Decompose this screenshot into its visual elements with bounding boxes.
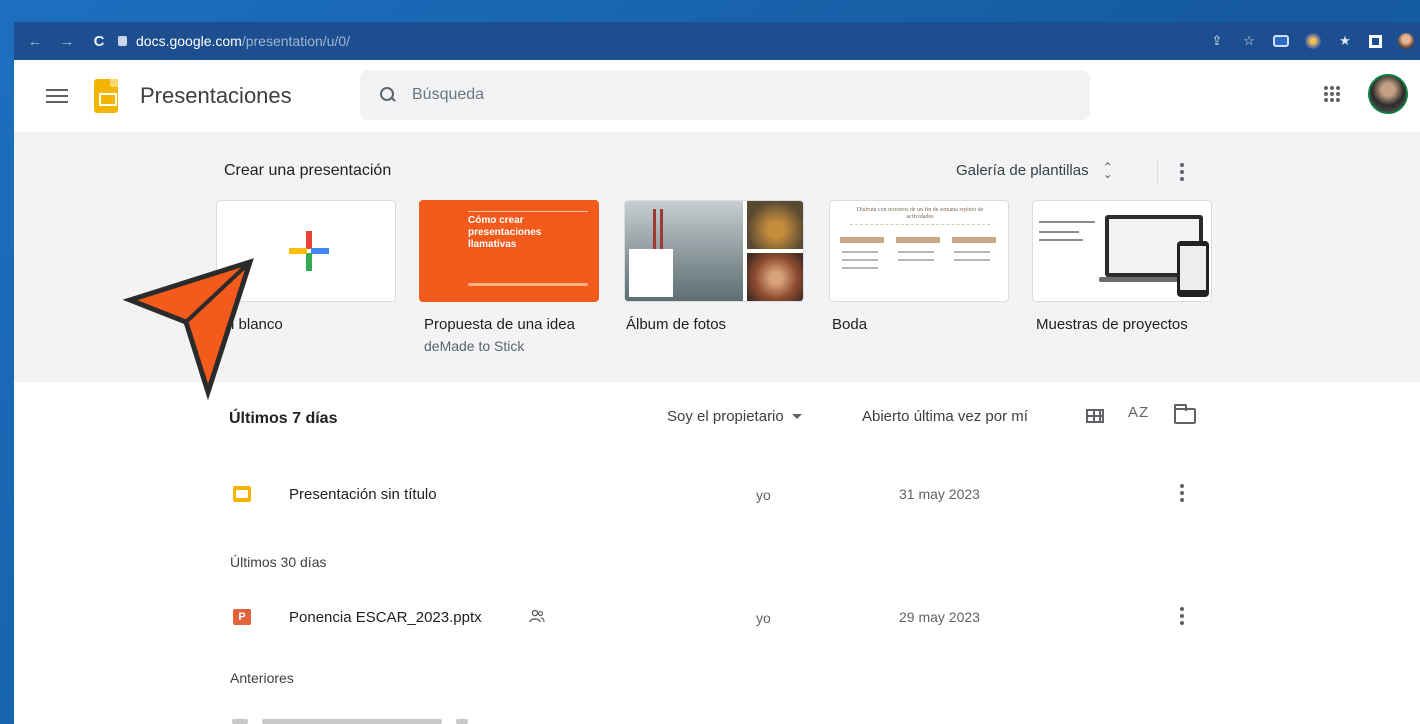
- schedule-header: [952, 237, 996, 243]
- schedule-header: [840, 237, 884, 243]
- schedule-header: [896, 237, 940, 243]
- owner-filter-label: Soy el propietario: [667, 408, 784, 425]
- app-title[interactable]: Presentaciones: [140, 83, 292, 109]
- unfold-icon: ⌃ ⌄: [1102, 159, 1113, 181]
- more-options-icon[interactable]: [1180, 607, 1184, 625]
- grid-view-icon[interactable]: [1086, 409, 1104, 423]
- browser-window: ← → C docs.google.com /presentation/u/0/…: [14, 22, 1420, 724]
- forward-button[interactable]: →: [56, 30, 78, 52]
- shared-people-icon: [529, 609, 545, 623]
- phone-screen: [1180, 246, 1206, 290]
- template-label[interactable]: Álbum de fotos: [626, 316, 726, 333]
- plus-icon: [289, 231, 329, 271]
- template-gallery-toggle[interactable]: Galería de plantillas ⌃ ⌄: [956, 159, 1113, 181]
- puzzle-extensions-icon[interactable]: ★: [1337, 33, 1353, 49]
- file-date: 31 may 2023: [899, 486, 980, 502]
- side-panel-icon[interactable]: [1369, 34, 1382, 48]
- back-button[interactable]: ←: [24, 30, 46, 52]
- thumb-footer: [468, 283, 588, 286]
- file-owner: yo: [756, 610, 771, 626]
- powerpoint-file-icon: P: [233, 609, 251, 625]
- template-label[interactable]: Boda: [832, 316, 867, 333]
- thumb-text-line: [1039, 231, 1079, 233]
- file-name[interactable]: Presentación sin título: [289, 486, 437, 503]
- folder-picker-icon[interactable]: [1174, 404, 1196, 424]
- file-row[interactable]: P Ponencia ESCAR_2023.pptx yo 29 may 202…: [14, 597, 1420, 637]
- autumn-photo: [747, 201, 803, 249]
- reload-button[interactable]: C: [88, 30, 110, 52]
- slides-logo-icon[interactable]: [94, 79, 118, 113]
- photo-caption-card: [629, 249, 673, 297]
- extension-orb-icon[interactable]: [1305, 33, 1321, 49]
- owner-filter-dropdown[interactable]: Soy el propietario: [667, 408, 802, 425]
- account-avatar[interactable]: [1368, 74, 1408, 114]
- thumb-rule: [468, 211, 588, 212]
- search-input[interactable]: [412, 86, 1012, 104]
- section-label: Últimos 30 días: [230, 554, 327, 570]
- browser-extensions: ⇪ ☆ ★: [1209, 22, 1414, 60]
- file-date: 29 may 2023: [899, 609, 980, 625]
- file-name[interactable]: Ponencia ESCAR_2023.pptx: [289, 609, 482, 626]
- slides-file-icon: [233, 486, 251, 502]
- next-row-preview: [232, 719, 612, 724]
- template-sublabel: deMade to Stick: [424, 338, 525, 354]
- schedule-line: [954, 259, 990, 261]
- gallery-title: Crear una presentación: [224, 162, 392, 179]
- thumb-text-line: [1039, 221, 1095, 223]
- share-icon[interactable]: ⇪: [1209, 33, 1225, 49]
- more-options-icon[interactable]: [1180, 484, 1184, 502]
- template-projects[interactable]: [1032, 200, 1212, 302]
- app-header: Presentaciones: [14, 60, 1420, 132]
- bookmark-star-icon[interactable]: ☆: [1241, 33, 1257, 49]
- lock-icon: [118, 36, 127, 46]
- main-menu-icon[interactable]: [46, 89, 68, 103]
- sort-by-label[interactable]: Abierto última vez por mí: [862, 408, 1028, 425]
- schedule-line: [842, 251, 878, 253]
- schedule-line: [898, 251, 934, 253]
- file-row[interactable]: Presentación sin título yo 31 may 2023: [14, 474, 1420, 514]
- schedule-line: [954, 251, 990, 253]
- schedule-line: [842, 259, 878, 261]
- browser-profile-icon[interactable]: [1398, 33, 1414, 49]
- divider: [1157, 158, 1158, 184]
- thumb-text-line: [1039, 239, 1083, 241]
- template-wedding[interactable]: Disfruta con nosotros de un fin de seman…: [829, 200, 1009, 302]
- template-gallery-label: Galería de plantillas: [956, 162, 1089, 179]
- search-icon[interactable]: [380, 87, 396, 103]
- orange-pointer-icon: [122, 258, 254, 401]
- schedule-line: [898, 259, 934, 261]
- browser-toolbar: ← → C docs.google.com /presentation/u/0/…: [14, 22, 1420, 60]
- wedding-thumb-heading: Disfruta con nosotros de un fin de seman…: [850, 207, 990, 225]
- pitch-thumb-title: Cómo crear presentaciones llamativas: [468, 215, 542, 250]
- url-host: docs.google.com: [136, 33, 242, 49]
- caret-down-icon: [791, 414, 802, 419]
- file-owner: yo: [756, 487, 771, 503]
- url-path: /presentation/u/0/: [241, 33, 351, 49]
- template-pitch[interactable]: Cómo crear presentaciones llamativas: [419, 200, 599, 302]
- template-label[interactable]: Muestras de proyectos: [1036, 316, 1188, 333]
- schedule-line: [842, 267, 878, 269]
- section-label: Anteriores: [230, 670, 294, 686]
- gallery-more-icon[interactable]: [1180, 163, 1184, 181]
- google-apps-icon[interactable]: [1324, 86, 1340, 102]
- food-photo: [747, 253, 803, 301]
- template-photo-album[interactable]: [624, 200, 804, 302]
- extension-icon[interactable]: [1273, 35, 1289, 47]
- list-heading: Últimos 7 días: [229, 410, 338, 427]
- template-label[interactable]: Propuesta de una idea: [424, 316, 575, 333]
- sort-az-icon[interactable]: AZ: [1128, 404, 1149, 421]
- search-box[interactable]: [360, 70, 1090, 120]
- address-bar[interactable]: docs.google.com /presentation/u/0/: [118, 33, 350, 49]
